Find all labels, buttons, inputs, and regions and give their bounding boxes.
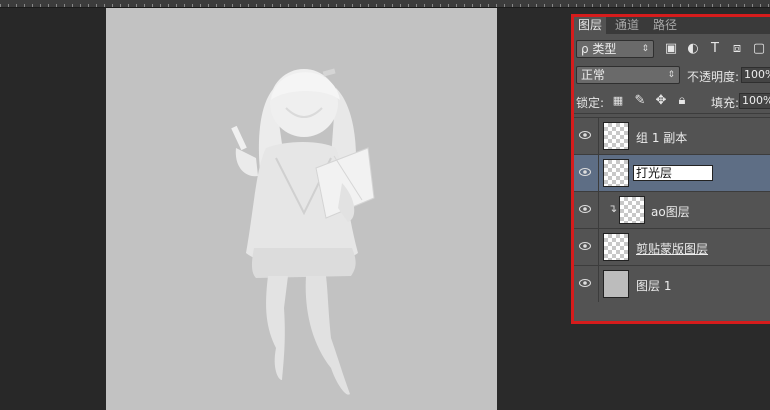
filter-row: ρ 类型 ⇕ ▣ ◐ T ⧈ ▢ (571, 36, 770, 62)
blend-mode-label: 正常 (581, 68, 606, 82)
layer-row[interactable]: 剪贴蒙版图层 (571, 228, 770, 265)
visibility-eye-icon[interactable] (579, 168, 591, 176)
tab-layers[interactable]: 图层 (574, 17, 607, 34)
updown-icon: ⇕ (667, 70, 675, 80)
type-filter-icon[interactable]: T (708, 42, 722, 56)
fill-field[interactable]: 100% (739, 93, 770, 109)
layer-row[interactable]: 组 1 副本 (571, 117, 770, 154)
clipping-arrow-icon: ↴ (608, 202, 618, 215)
divider (598, 192, 599, 228)
layer-row-selected[interactable]: 打光层 (571, 154, 770, 191)
layer-name: 组 1 副本 (636, 131, 688, 145)
panel-tab-bar: 图层 通道 路径 (571, 14, 770, 34)
layer-name: 剪贴蒙版图层 (636, 242, 709, 256)
tab-channels[interactable]: 通道 (615, 17, 639, 34)
layer-thumbnail (619, 196, 645, 224)
layer-name: 图层 1 (636, 279, 672, 293)
lock-row: 锁定: ▦ ✎ ✥ 🔒︎ 填充: 100% (571, 88, 770, 114)
lock-label: 锁定: (576, 96, 605, 110)
layer-name: ao图层 (651, 205, 690, 219)
smart-object-filter-icon[interactable]: ▢ (752, 42, 766, 56)
visibility-eye-icon[interactable] (579, 131, 591, 139)
divider (598, 155, 599, 191)
top-ruler (0, 0, 770, 8)
blend-row: 正常 ⇕ 不透明度: 100% (571, 62, 770, 88)
adjustment-filter-icon[interactable]: ◐ (686, 42, 700, 56)
lock-transparent-pixels-icon[interactable]: ▦ (611, 94, 625, 108)
layer-thumbnail (603, 233, 629, 261)
layer-thumbnail (603, 122, 629, 150)
filter-type-label: ρ 类型 (581, 42, 617, 56)
visibility-eye-icon[interactable] (579, 279, 591, 287)
lock-position-move-icon[interactable]: ✥ (654, 94, 668, 108)
layer-thumbnail (603, 270, 629, 298)
divider (598, 118, 599, 154)
layer-thumbnail (603, 159, 629, 187)
lock-image-pixels-brush-icon[interactable]: ✎ (633, 94, 647, 108)
filter-type-dropdown[interactable]: ρ 类型 ⇕ (576, 40, 654, 58)
document-canvas[interactable] (106, 8, 497, 410)
layers-panel: 图层 通道 路径 ρ 类型 ⇕ ▣ ◐ T ⧈ ▢ 正常 ⇕ 不透明度: 100… (571, 14, 770, 324)
character-figure (231, 68, 375, 395)
blend-mode-dropdown[interactable]: 正常 ⇕ (576, 66, 680, 84)
image-filter-icon[interactable]: ▣ (664, 42, 678, 56)
divider (598, 229, 599, 265)
shape-filter-icon[interactable]: ⧈ (730, 42, 744, 56)
layer-row[interactable]: ↴ ao图层 (571, 191, 770, 228)
visibility-eye-icon[interactable] (579, 242, 591, 250)
divider (598, 266, 599, 302)
visibility-eye-icon[interactable] (579, 205, 591, 213)
lock-all-padlock-icon[interactable]: 🔒︎ (675, 94, 689, 108)
tab-paths[interactable]: 路径 (653, 17, 677, 34)
opacity-field[interactable]: 100% (741, 67, 770, 83)
fill-label: 填充: (711, 96, 740, 110)
layer-name-edit-input[interactable]: 打光层 (633, 165, 713, 181)
layer-row[interactable]: 图层 1 (571, 265, 770, 302)
updown-icon: ⇕ (641, 44, 649, 54)
opacity-label: 不透明度: (687, 70, 740, 84)
